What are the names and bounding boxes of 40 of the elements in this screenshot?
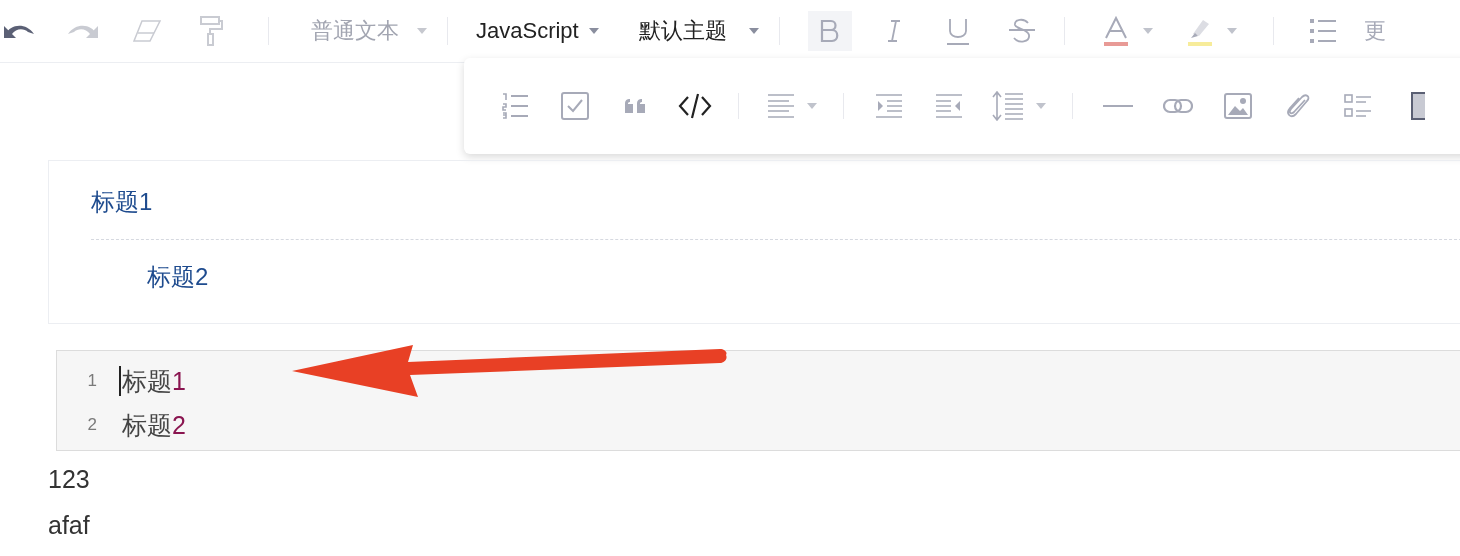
bold-button[interactable] xyxy=(807,11,852,51)
paragraph: afaf xyxy=(48,510,90,541)
attachment-icon xyxy=(1285,92,1311,120)
task-list-icon xyxy=(1344,93,1372,119)
image-icon xyxy=(1224,93,1252,119)
theme-dropdown[interactable]: 默认主题 xyxy=(638,11,759,51)
outdent-icon xyxy=(935,93,963,119)
bold-icon xyxy=(818,19,841,43)
language-dropdown[interactable]: JavaScript xyxy=(476,11,599,51)
line-height-icon xyxy=(992,91,1024,121)
toc-link[interactable]: 标题1 xyxy=(91,185,153,219)
indent-icon xyxy=(875,93,903,119)
caret-icon xyxy=(1036,103,1046,109)
line-number: 2 xyxy=(86,415,97,435)
ordered-list-icon xyxy=(501,93,529,119)
paint-roller-icon xyxy=(199,15,223,47)
caret-icon[interactable] xyxy=(1226,28,1237,34)
code-line: 标题1 xyxy=(122,365,186,397)
caret-icon xyxy=(748,28,759,34)
checkbox-icon xyxy=(561,92,589,120)
table-icon xyxy=(1411,92,1425,120)
bullet-list-icon xyxy=(1308,18,1337,44)
caret-icon[interactable] xyxy=(1142,28,1153,34)
code-line: 标题2 xyxy=(122,409,186,441)
line-number: 1 xyxy=(86,371,97,391)
code-icon xyxy=(678,93,712,119)
paragraph: 123 xyxy=(48,464,90,495)
link-icon xyxy=(1163,98,1193,114)
italic-icon xyxy=(885,19,902,43)
eraser-icon xyxy=(132,19,162,43)
toc-link[interactable]: 标题2 xyxy=(147,260,209,294)
underline-icon xyxy=(945,17,970,45)
caret-icon xyxy=(588,28,599,34)
caret-icon xyxy=(807,103,817,109)
caret-icon xyxy=(417,28,427,34)
align-icon xyxy=(767,93,795,119)
quote-icon xyxy=(624,98,646,114)
font-color-icon xyxy=(1102,16,1129,46)
horizontal-rule-icon xyxy=(1103,104,1133,108)
strikethrough-icon xyxy=(1007,18,1036,44)
